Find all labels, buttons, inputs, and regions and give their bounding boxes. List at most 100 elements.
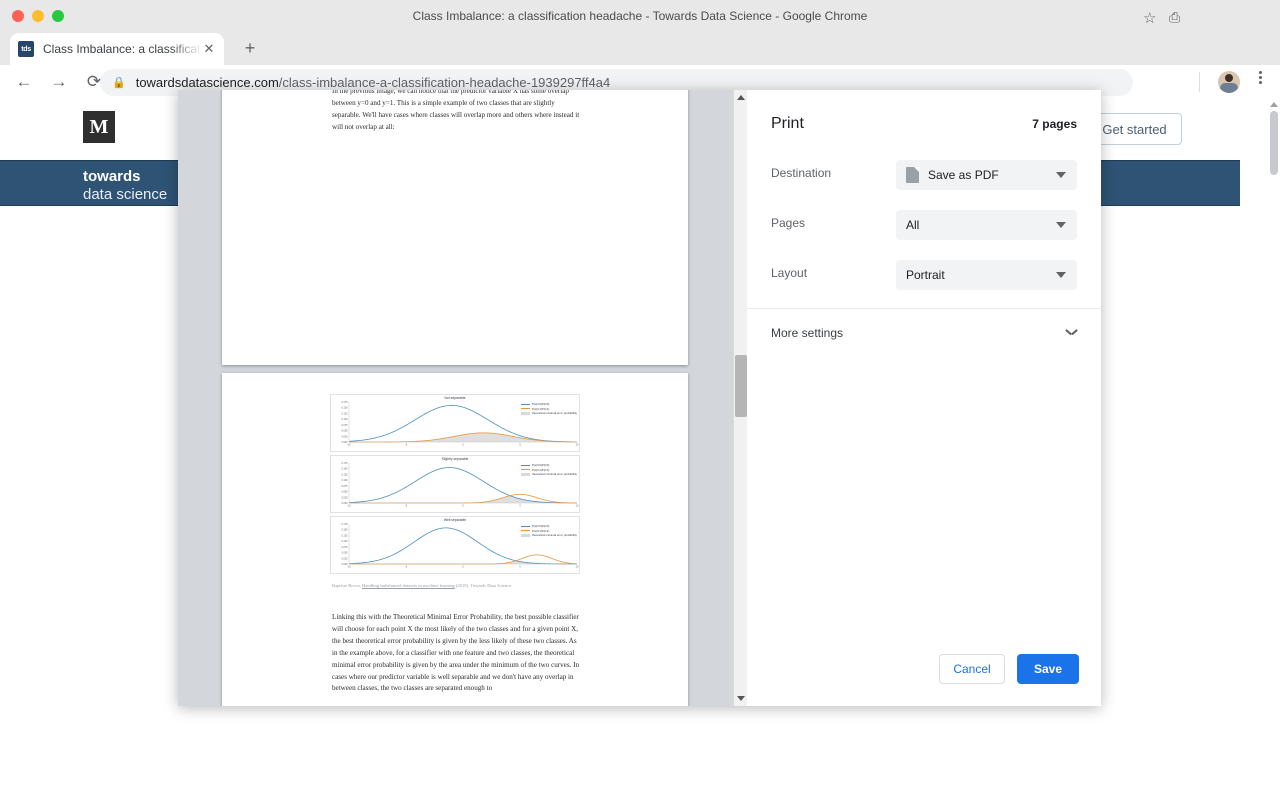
medium-logo: M [83,111,115,143]
svg-text:0.075: 0.075 [342,546,349,549]
svg-text:0: 0 [462,444,464,447]
layout-value: Portrait [906,268,945,282]
legend-swatch-2 [521,411,531,415]
svg-text:-5: -5 [405,566,408,569]
figure-caption: Baptiste Rocca, Handling imbalanced data… [332,583,582,588]
banner-line-1: towards [83,168,141,185]
page-scrollbar-thumb[interactable] [1270,111,1278,175]
chevron-down-icon [1066,329,1077,336]
legend-swatch-2 [521,533,531,537]
destination-label: Destination [771,166,832,180]
svg-text:0.150: 0.150 [342,468,349,471]
destination-field: Destination Save as PDF [771,160,1077,190]
destination-select[interactable]: Save as PDF [896,160,1077,190]
layout-label: Layout [771,266,808,280]
chart-well-separable: Well separable 0.000 0.025 0.050 0.075 0.100… [330,516,580,574]
layout-field: Layout Portrait [771,260,1077,290]
layout-select[interactable]: Portrait [896,260,1077,290]
svg-text:0.125: 0.125 [342,473,349,476]
preview-paragraph-2: Linking this with the Theoretical Minima… [332,613,580,693]
dialog-actions: Cancel Save [939,654,1079,684]
caption-link[interactable]: Handling imbalanced datasets in machine … [362,583,455,588]
print-settings-panel: Print 7 pages Destination Save as PDF Pa… [747,90,1101,706]
svg-text:10: 10 [576,505,579,508]
print-dialog: In the previous image, we can notice tha… [178,90,1101,706]
more-settings-toggle[interactable]: More settings [771,324,1077,346]
legend-swatch-1 [521,408,531,410]
destination-value: Save as PDF [928,168,999,182]
window-titlebar: Class Imbalance: a classification headac… [0,0,1280,31]
chart-not-separable: Not separable 0.000 0.025 0.050 0.075 0.100 0… [330,394,580,452]
new-tab-button[interactable]: + [240,39,260,59]
print-icon[interactable]: ⎙ [1169,9,1180,26]
preview-scrollbar[interactable] [733,90,747,706]
print-dialog-title: Print [771,115,804,132]
svg-text:-10: -10 [347,505,351,508]
chevron-down-icon [1056,172,1066,178]
preview-scroll-down-arrow-icon[interactable] [737,696,745,701]
svg-text:0.075: 0.075 [342,424,349,427]
browser-tab[interactable]: tds Class Imbalance: a classificat ✕ [10,33,224,65]
url-path: /class-imbalance-a-classification-headac… [278,75,611,90]
svg-text:0.100: 0.100 [342,479,349,482]
page-scrollbar[interactable] [1268,99,1280,800]
preview-scroll-up-arrow-icon[interactable] [737,95,745,100]
caption-prefix: Baptiste Rocca, [332,583,362,588]
window-title: Class Imbalance: a classification headac… [412,8,868,23]
legend-swatch-2 [521,472,531,476]
svg-text:5: 5 [519,505,521,508]
svg-text:-5: -5 [405,505,408,508]
legend-swatch-0 [521,403,531,405]
legend-label-2: theoretical minimal error probability [532,533,577,538]
svg-text:0.025: 0.025 [342,557,349,560]
svg-text:0: 0 [462,566,464,569]
svg-text:0.175: 0.175 [342,401,349,404]
legend-swatch-1 [521,530,531,532]
chrome-menu-icon[interactable] [1253,71,1267,84]
svg-text:5: 5 [519,566,521,569]
svg-text:0.100: 0.100 [342,540,349,543]
chevron-down-icon [1056,222,1066,228]
svg-text:0.050: 0.050 [342,491,349,494]
chevron-down-icon [1056,272,1066,278]
svg-text:-10: -10 [347,444,351,447]
chart-legend: P(x|C0)P(C0) P(x|C1)P(C1) theoretical mi… [521,524,577,538]
preview-page-2: Not separable 0.000 0.025 0.050 0.075 0.100 0… [222,373,688,706]
close-tab-icon[interactable]: ✕ [202,41,216,57]
avatar[interactable] [1218,71,1240,93]
pages-select[interactable]: All [896,210,1077,240]
svg-text:0.050: 0.050 [342,552,349,555]
forward-icon[interactable]: → [45,68,73,96]
legend-swatch-0 [521,525,531,527]
scroll-up-arrow-icon[interactable] [1270,102,1278,107]
svg-text:-10: -10 [347,566,351,569]
legend-label-2: theoretical minimal error probability [532,472,577,477]
svg-text:10: 10 [576,444,579,447]
url-domain: towardsdatascience.com [135,75,279,90]
svg-text:0.075: 0.075 [342,485,349,488]
preview-paragraph-1: In the previous image, we can notice tha… [332,90,580,131]
get-started-button[interactable]: Get started [1087,113,1182,145]
avatar-head [1225,74,1233,82]
svg-text:0.175: 0.175 [342,523,349,526]
svg-text:0.150: 0.150 [342,407,349,410]
cancel-button[interactable]: Cancel [939,654,1005,684]
tab-title: Class Imbalance: a classificat [43,42,201,56]
page-count-label: 7 pages [1032,117,1077,131]
legend-swatch-0 [521,464,531,466]
svg-text:0.100: 0.100 [342,418,349,421]
caption-suffix: (2019), Towards Data Science [454,583,512,588]
save-button[interactable]: Save [1017,654,1079,684]
lock-icon: 🔒 [112,77,126,89]
svg-text:10: 10 [576,566,579,569]
back-icon[interactable]: ← [10,68,38,96]
svg-text:0.125: 0.125 [342,412,349,415]
svg-text:5: 5 [519,444,521,447]
chart-legend: P(x|C0)P(C0) P(x|C1)P(C1) theoretical mi… [521,402,577,416]
preview-figure: Not separable 0.000 0.025 0.050 0.075 0.100 0… [330,394,582,577]
preview-scrollbar-thumb[interactable] [735,355,747,417]
legend-label-2: theoretical minimal error probability [532,411,577,416]
chart-slightly-separable: Slightly separable 0.000 0.025 0.050 0.075 0… [330,455,580,513]
more-settings-label: More settings [771,326,844,340]
bookmark-star-icon[interactable]: ☆ [1143,9,1156,27]
